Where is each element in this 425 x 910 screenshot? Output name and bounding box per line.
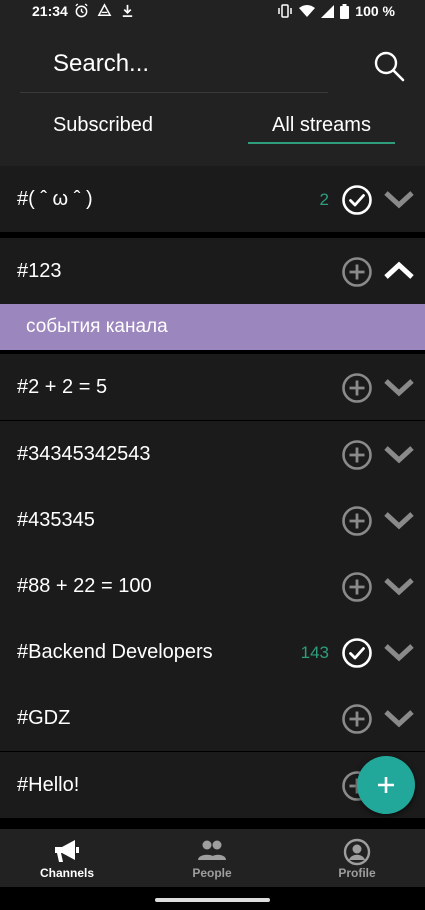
signal-icon xyxy=(321,4,335,18)
megaphone-icon xyxy=(55,840,79,862)
add-circle-icon[interactable] xyxy=(341,439,373,471)
topic-label: события канала xyxy=(26,316,168,337)
tab-selected-indicator xyxy=(248,142,395,144)
chevron-down-icon[interactable] xyxy=(383,707,415,729)
stream-row[interactable]: #GDZ xyxy=(0,685,425,751)
nav-profile[interactable]: Profile xyxy=(287,829,425,887)
download-icon xyxy=(122,4,133,17)
add-circle-icon[interactable] xyxy=(341,703,373,735)
status-left-icons xyxy=(74,3,135,18)
unread-count: 143 xyxy=(300,643,329,662)
chevron-down-icon[interactable] xyxy=(383,376,415,398)
stream-name: #Hello! xyxy=(17,774,80,796)
people-icon xyxy=(198,840,226,860)
nav-people[interactable]: People xyxy=(142,829,282,887)
profile-icon xyxy=(343,838,371,866)
search-underline xyxy=(20,92,328,93)
stream-row[interactable]: #Backend Developers 143 xyxy=(0,619,425,685)
chevron-down-icon[interactable] xyxy=(383,443,415,465)
tab-subscribed[interactable]: Subscribed xyxy=(40,114,166,137)
tab-all-streams[interactable]: All streams xyxy=(248,114,395,137)
check-circle-icon[interactable] xyxy=(341,637,373,669)
vibrate-icon xyxy=(278,4,293,18)
bottom-nav: Channels People Profile xyxy=(0,829,425,887)
drive-icon xyxy=(97,3,112,16)
nav-channels[interactable]: Channels xyxy=(0,829,137,887)
wifi-icon xyxy=(299,5,316,17)
stream-row[interactable]: #88 + 22 = 100 xyxy=(0,553,425,619)
stream-row[interactable]: #2 + 2 = 5 xyxy=(0,354,425,420)
add-circle-icon[interactable] xyxy=(341,372,373,404)
alarm-icon xyxy=(75,3,88,18)
plus-icon xyxy=(378,777,394,793)
battery-percent: 100 % xyxy=(355,3,395,19)
add-circle-icon[interactable] xyxy=(341,571,373,603)
status-right-icons: 100 % xyxy=(277,3,395,19)
add-circle-icon[interactable] xyxy=(341,505,373,537)
stream-name: #34345342543 xyxy=(17,443,151,465)
stream-name: #88 + 22 = 100 xyxy=(17,575,152,597)
search-icon[interactable] xyxy=(372,49,406,83)
chevron-down-icon[interactable] xyxy=(383,509,415,531)
stream-row[interactable]: #( ˆ ω ˆ ) 2 xyxy=(0,166,425,232)
unread-count: 2 xyxy=(319,190,329,209)
stream-name: #( ˆ ω ˆ ) xyxy=(17,188,93,210)
stream-name: #435345 xyxy=(17,509,95,531)
stream-row[interactable]: #123 xyxy=(0,238,425,304)
add-circle-icon[interactable] xyxy=(341,256,373,288)
chevron-up-icon[interactable] xyxy=(383,260,415,282)
chevron-down-icon[interactable] xyxy=(383,575,415,597)
battery-icon xyxy=(340,3,350,19)
nav-label-channels: Channels xyxy=(39,866,94,880)
chevron-down-icon[interactable] xyxy=(383,188,415,210)
stream-name: #2 + 2 = 5 xyxy=(17,376,108,398)
add-stream-fab[interactable] xyxy=(357,756,415,814)
nav-label-people: People xyxy=(192,866,232,880)
chevron-down-icon[interactable] xyxy=(383,641,415,663)
check-circle-icon[interactable] xyxy=(341,184,373,216)
gesture-area xyxy=(0,887,425,910)
gesture-handle[interactable] xyxy=(155,898,270,902)
search-input[interactable]: Search... xyxy=(53,50,149,78)
nav-label-profile: Profile xyxy=(338,866,376,880)
stream-name: #GDZ xyxy=(17,707,71,729)
topic-row[interactable]: события канала xyxy=(0,304,425,350)
stream-row[interactable]: #435345 xyxy=(0,487,425,553)
stream-row[interactable]: #34345342543 xyxy=(0,421,425,487)
status-time: 21:34 xyxy=(32,3,68,19)
stream-name: #Backend Developers xyxy=(17,641,213,663)
stream-name: #123 xyxy=(17,260,62,282)
header: Search... Subscribed All streams xyxy=(0,24,425,166)
status-bar: 21:34 100 % xyxy=(0,0,425,24)
